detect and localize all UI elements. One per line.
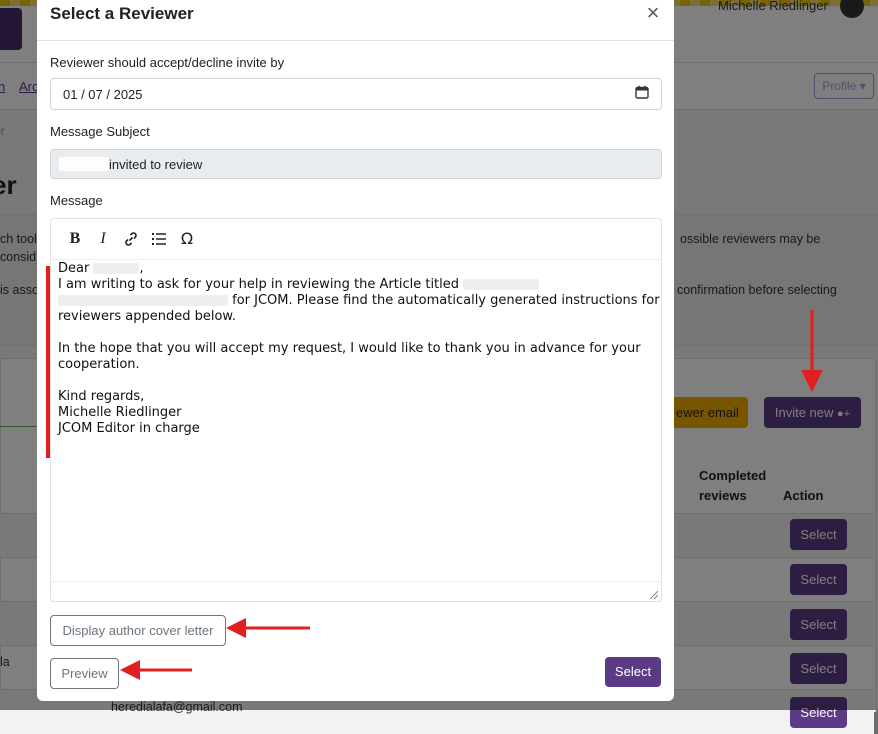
editor-status-bar [51, 581, 661, 602]
redacted-text [59, 157, 109, 171]
message-editor[interactable]: B I Ω Dear , I am writing to ask for you… [50, 218, 662, 602]
message-line: cooperation. [58, 357, 140, 372]
redacted-text [93, 263, 140, 274]
annotation-arrow-down-icon [801, 310, 823, 392]
redacted-text [463, 279, 540, 290]
deadline-date-value: 01 / 07 / 2025 [63, 87, 143, 102]
message-line: Michelle Riedlinger [58, 405, 182, 420]
editor-toolbar: B I Ω [51, 219, 661, 260]
modal-title: Select a Reviewer [50, 4, 194, 23]
message-line: Dear [58, 261, 90, 276]
link-icon[interactable] [121, 229, 141, 249]
modal-header-divider [37, 40, 674, 41]
message-body[interactable]: Dear , I am writing to ask for your help… [58, 261, 660, 437]
italic-icon[interactable]: I [93, 229, 113, 249]
message-label: Message [50, 193, 103, 208]
numbered-list-icon[interactable] [149, 229, 169, 249]
message-line: reviewers appended below. [58, 309, 236, 324]
deadline-date-input[interactable]: 01 / 07 / 2025 [50, 78, 662, 110]
annotation-arrow-left-icon [120, 660, 192, 680]
deadline-label: Reviewer should accept/decline invite by [50, 55, 285, 70]
message-line: for JCOM. Please find the automatically … [232, 293, 660, 308]
special-characters-icon[interactable]: Ω [177, 229, 197, 249]
message-line: Kind regards, [58, 389, 145, 404]
select-button[interactable]: Select [605, 657, 661, 687]
message-line: JCOM Editor in charge [58, 421, 200, 436]
annotation-bar [46, 266, 50, 458]
select-reviewer-modal: Select a Reviewer × Reviewer should acce… [37, 0, 674, 701]
redacted-text [58, 295, 228, 306]
resize-handle-icon[interactable] [650, 591, 658, 599]
message-line: I am writing to ask for your help in rev… [58, 277, 460, 292]
close-icon[interactable]: × [641, 2, 665, 26]
bold-icon[interactable]: B [65, 229, 85, 249]
subject-field[interactable]: invited to review [50, 149, 662, 179]
calendar-icon[interactable] [635, 85, 649, 99]
subject-value: invited to review [109, 157, 203, 172]
preview-button[interactable]: Preview [50, 658, 119, 689]
annotation-arrow-left-icon [226, 618, 310, 638]
subject-label: Message Subject [50, 124, 150, 139]
message-line: In the hope that you will accept my requ… [58, 341, 641, 356]
display-cover-letter-button[interactable]: Display author cover letter [50, 615, 226, 646]
